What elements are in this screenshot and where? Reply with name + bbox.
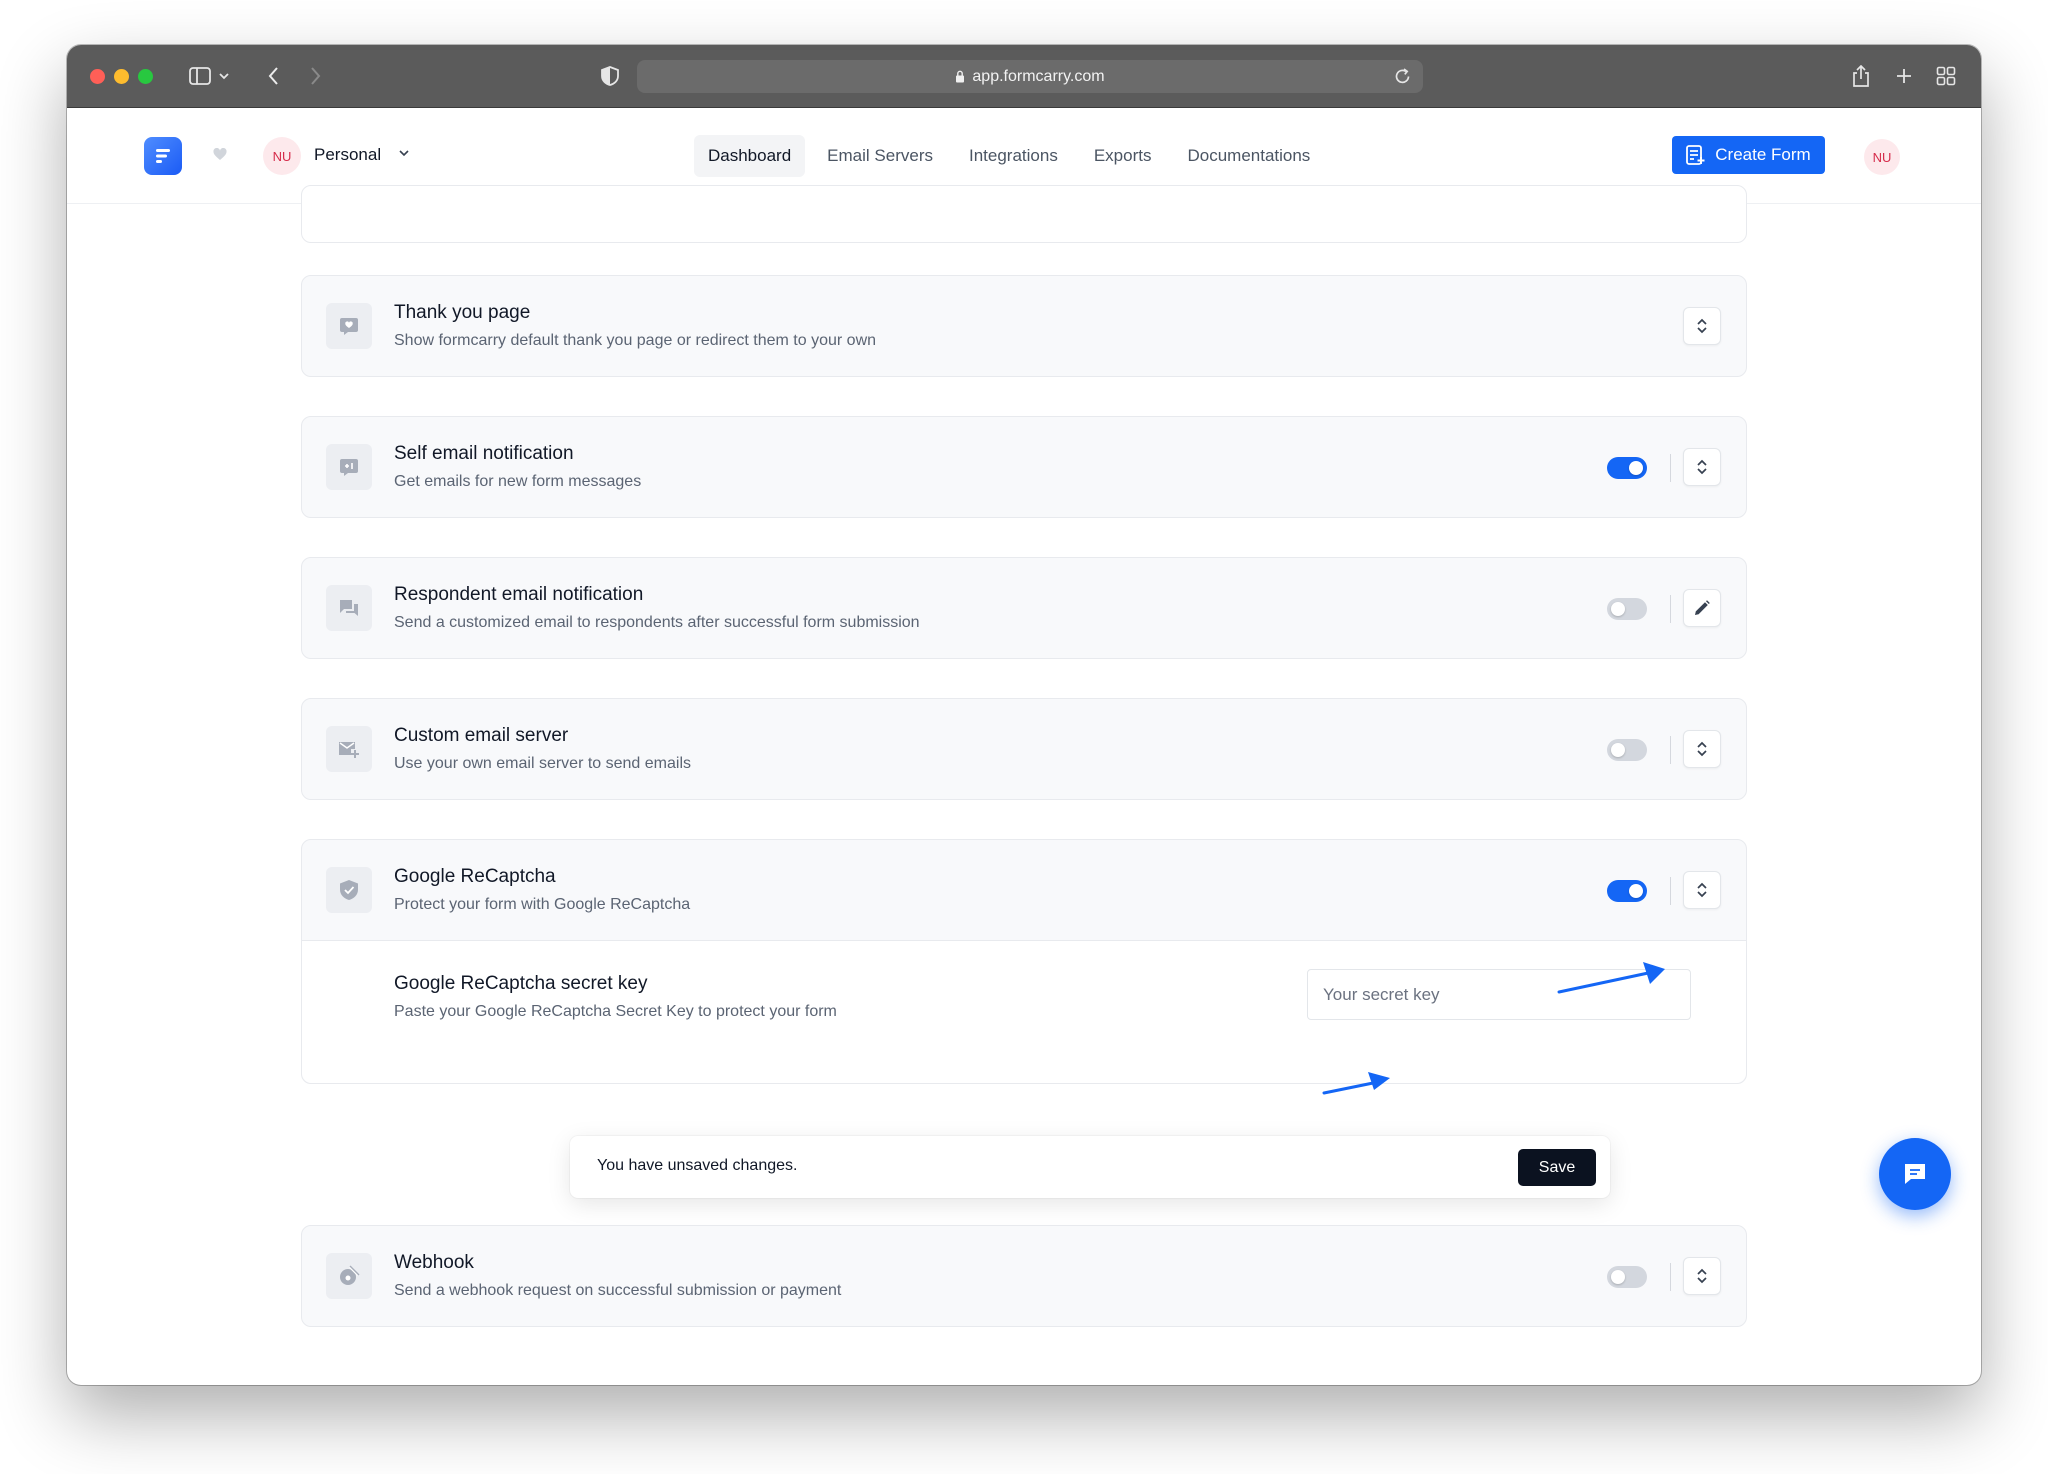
- save-button[interactable]: Save: [1518, 1149, 1596, 1186]
- back-button[interactable]: [258, 60, 288, 92]
- unsaved-changes-message: You have unsaved changes.: [597, 1157, 798, 1174]
- url-text: app.formcarry.com: [972, 67, 1105, 85]
- setting-card-google-recaptcha: Google ReCaptcha Protect your form with …: [301, 839, 1747, 1084]
- setting-title: Custom email server: [394, 725, 569, 746]
- share-icon: [1853, 65, 1869, 87]
- create-form-button[interactable]: Create Form: [1672, 136, 1825, 174]
- chevron-up-down-icon: [1697, 1268, 1707, 1284]
- annotation-arrow-toggle: [1557, 962, 1665, 994]
- chevron-up-down-icon: [1697, 318, 1707, 334]
- expand-button[interactable]: [1683, 448, 1721, 486]
- forward-button[interactable]: [300, 60, 330, 92]
- setting-card-custom-email-server: Custom email server Use your own email s…: [301, 698, 1747, 800]
- setting-subtitle: Use your own email server to send emails: [394, 755, 692, 772]
- setting-subtitle: Send a webhook request on successful sub…: [394, 1282, 842, 1299]
- setting-title: Respondent email notification: [394, 584, 644, 605]
- lock-icon: [956, 70, 965, 83]
- zoom-window-button[interactable]: [138, 69, 153, 84]
- workspace-chevron-down-icon[interactable]: [397, 146, 411, 165]
- setting-subtitle: Protect your form with Google ReCaptcha: [394, 896, 691, 913]
- workspace-avatar[interactable]: NU: [263, 137, 301, 175]
- chevron-up-down-icon: [1697, 459, 1707, 475]
- unsaved-changes-bar: You have unsaved changes. Save: [570, 1136, 1610, 1198]
- self-email-toggle[interactable]: [1607, 457, 1647, 479]
- setting-title: Webhook: [394, 1252, 474, 1273]
- setting-subtitle: Send a customized email to respondents a…: [394, 614, 920, 631]
- recaptcha-key-title: Google ReCaptcha secret key: [394, 973, 648, 994]
- pencil-icon: [1695, 600, 1710, 615]
- divider: [1670, 1263, 1671, 1291]
- shield-icon: [326, 867, 372, 913]
- recaptcha-toggle[interactable]: [1607, 880, 1647, 902]
- divider: [1670, 595, 1671, 623]
- share-button[interactable]: [1846, 60, 1876, 92]
- edit-button[interactable]: [1683, 589, 1721, 627]
- form-settings-content: Thank you page Show formcarry default th…: [67, 185, 1981, 1385]
- tab-grid-icon: [1936, 66, 1956, 86]
- setting-card-thank-you-page: Thank you page Show formcarry default th…: [301, 275, 1747, 377]
- formcarry-logo-icon: [156, 149, 170, 163]
- address-bar[interactable]: app.formcarry.com: [637, 60, 1423, 93]
- sidebar-toggle-button[interactable]: [183, 60, 235, 92]
- tab-overview-button[interactable]: [1931, 60, 1961, 92]
- main-nav: Dashboard Email Servers Integrations Exp…: [694, 135, 1324, 177]
- recaptcha-settings-panel: Google ReCaptcha secret key Paste your G…: [302, 940, 1746, 1083]
- setting-title: Google ReCaptcha: [394, 866, 556, 887]
- chevron-left-icon: [268, 67, 278, 85]
- close-window-button[interactable]: [90, 69, 105, 84]
- setting-title: Self email notification: [394, 443, 574, 464]
- divider: [1670, 736, 1671, 764]
- nav-email-servers[interactable]: Email Servers: [813, 135, 947, 177]
- respondent-email-toggle[interactable]: [1607, 598, 1647, 620]
- reload-icon[interactable]: [1394, 67, 1411, 85]
- setting-card-webhook: Webhook Send a webhook request on succes…: [301, 1225, 1747, 1327]
- chevron-right-icon: [310, 67, 320, 85]
- custom-email-server-icon: [326, 726, 372, 772]
- nav-dashboard[interactable]: Dashboard: [694, 135, 806, 177]
- nav-integrations[interactable]: Integrations: [955, 135, 1072, 177]
- privacy-shield-icon: [601, 66, 619, 86]
- nav-documentations[interactable]: Documentations: [1173, 135, 1324, 177]
- custom-email-server-toggle[interactable]: [1607, 739, 1647, 761]
- divider: [1670, 454, 1671, 482]
- expand-button[interactable]: [1683, 307, 1721, 345]
- setting-title: Thank you page: [394, 302, 531, 323]
- webhook-toggle[interactable]: [1607, 1266, 1647, 1288]
- chevron-up-down-icon: [1697, 882, 1707, 898]
- chat-support-button[interactable]: [1879, 1138, 1951, 1210]
- divider: [1670, 877, 1671, 905]
- setting-subtitle: Get emails for new form messages: [394, 473, 642, 490]
- thank-you-icon: [326, 303, 372, 349]
- favorite-heart-icon[interactable]: [213, 147, 227, 166]
- plus-icon: [1897, 69, 1911, 83]
- user-avatar[interactable]: NU: [1864, 139, 1900, 175]
- formcarry-logo[interactable]: [144, 137, 182, 175]
- respondent-email-icon: [326, 585, 372, 631]
- expand-button[interactable]: [1683, 730, 1721, 768]
- setting-subtitle: Show formcarry default thank you page or…: [394, 332, 877, 349]
- browser-window: app.formcarry.com NU Personal Dashboard …: [67, 45, 1981, 1385]
- browser-toolbar: app.formcarry.com: [67, 45, 1981, 108]
- chevron-up-down-icon: [1697, 741, 1707, 757]
- sidebar-icon: [189, 67, 211, 85]
- new-tab-button[interactable]: [1889, 60, 1919, 92]
- minimize-window-button[interactable]: [114, 69, 129, 84]
- setting-card-respondent-email-notification: Respondent email notification Send a cus…: [301, 557, 1747, 659]
- nav-exports[interactable]: Exports: [1080, 135, 1166, 177]
- chat-icon: [1905, 1164, 1925, 1184]
- create-form-label: Create Form: [1715, 145, 1811, 164]
- self-email-icon: [326, 444, 372, 490]
- webhook-icon: [326, 1253, 372, 1299]
- expand-button[interactable]: [1683, 1257, 1721, 1295]
- privacy-shield-button[interactable]: [595, 60, 625, 92]
- chevron-down-icon: [219, 72, 229, 79]
- annotation-arrow-input: [1322, 1072, 1390, 1095]
- recaptcha-key-subtitle: Paste your Google ReCaptcha Secret Key t…: [394, 1003, 837, 1020]
- setting-card-self-email-notification: Self email notification Get emails for n…: [301, 416, 1747, 518]
- workspace-name[interactable]: Personal: [314, 145, 381, 165]
- previous-setting-card: [301, 185, 1747, 243]
- collapse-button[interactable]: [1683, 871, 1721, 909]
- create-form-icon: [1686, 145, 1705, 165]
